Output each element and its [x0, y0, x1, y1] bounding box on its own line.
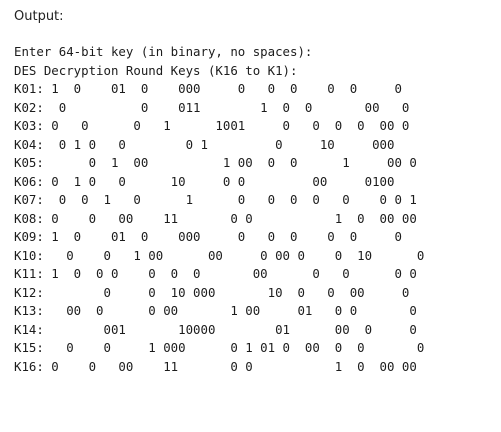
- round-key-row: K12: 0 0 10 000 10 0 0 00 0: [14, 284, 410, 300]
- round-key-row: K06: 0 1 0 0 10 0 0 00 0100: [14, 173, 395, 189]
- output-panel: Output: Enter 64-bit key (in binary, no …: [0, 0, 501, 432]
- output-label: Output:: [14, 9, 64, 24]
- round-key-row: K02: 0 0 011 1 0 0 00 0: [14, 99, 410, 115]
- round-key-row: K13: 00 0 0 00 1 00 01 0 0 0: [14, 303, 417, 318]
- round-key-row: K11: 1 0 0 0 0 0 0 00 0 0 0 0: [14, 266, 417, 281]
- round-key-row: K10: 0 0 1 00 00 0 00 0 0 10 0: [14, 247, 425, 263]
- round-key-row: K15: 0 0 1 000 0 1 01 0 00 0 0 0: [14, 340, 425, 355]
- round-keys-heading: DES Decryption Round Keys (K16 to K1):: [14, 62, 298, 78]
- round-key-row: K01: 1 0 01 0 000 0 0 0 0 0 0: [14, 81, 402, 96]
- round-key-row: K03: 0 0 0 1 1001 0 0 0 0 00 0: [14, 118, 410, 133]
- round-key-row: K05: 0 1 00 1 00 0 0 1 00 0: [14, 155, 417, 170]
- console-output: Enter 64-bit key (in binary, no spaces):…: [14, 43, 494, 376]
- round-key-row: K16: 0 0 00 11 0 0 1 0 00 00: [14, 358, 417, 374]
- round-key-row: K04: 0 1 0 0 0 1 0 10 000: [14, 136, 395, 152]
- round-key-row: K07: 0 0 1 0 1 0 0 0 0 0 0 0 1: [14, 192, 417, 207]
- round-key-row: K09: 1 0 01 0 000 0 0 0 0 0 0: [14, 229, 402, 244]
- round-key-row: K08: 0 0 00 11 0 0 1 0 00 00: [14, 210, 417, 226]
- round-key-row: K14: 001 10000 01 00 0 0: [14, 321, 417, 337]
- key-prompt: Enter 64-bit key (in binary, no spaces):: [14, 44, 313, 59]
